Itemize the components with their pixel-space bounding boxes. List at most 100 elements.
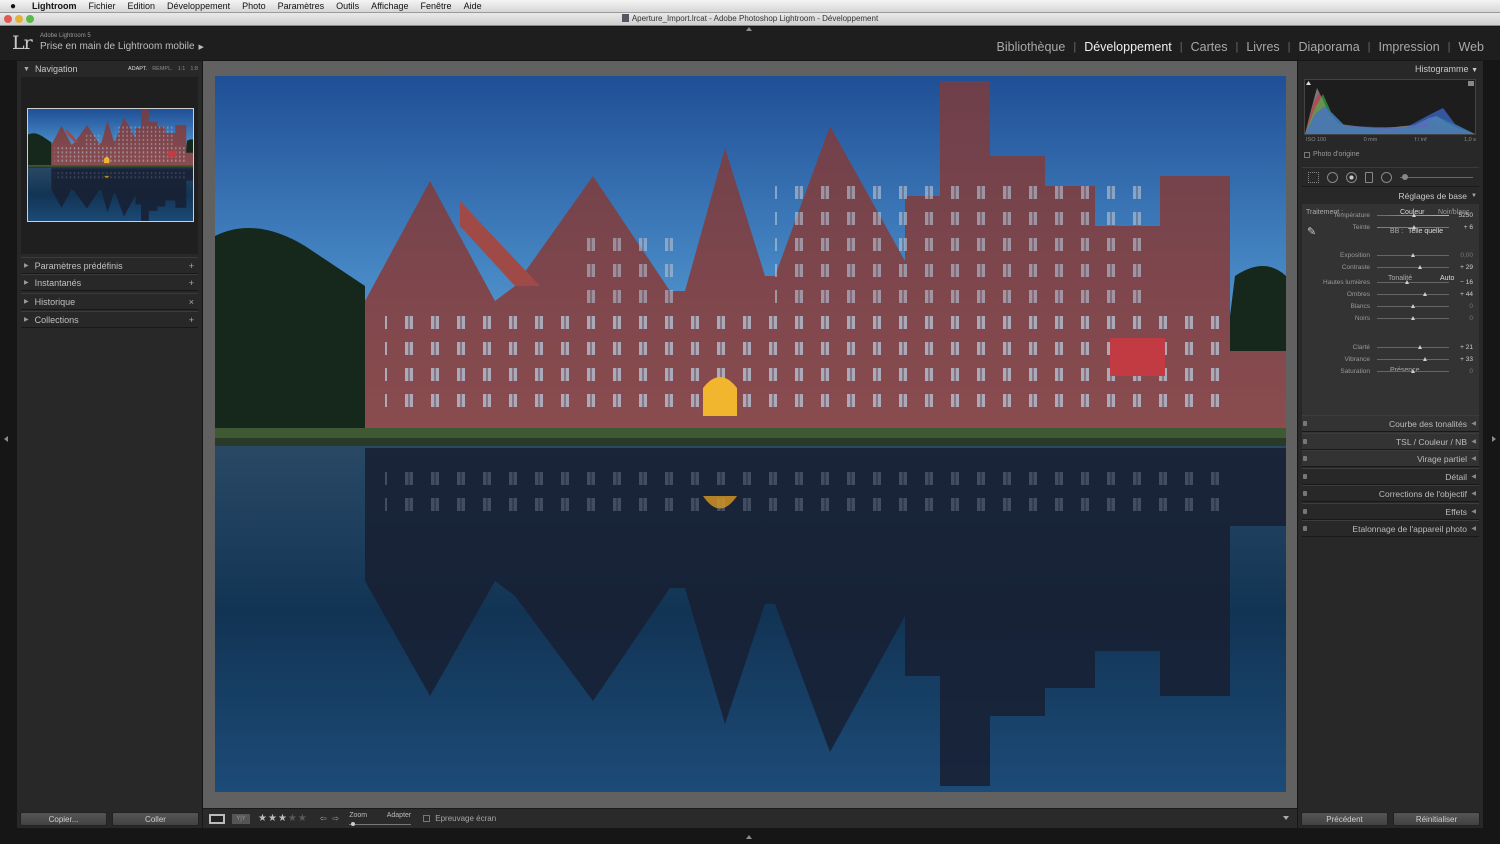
adjustment-brush-slider[interactable] (1400, 173, 1473, 180)
main-photo[interactable] (215, 76, 1286, 792)
slider-value-temp[interactable]: 5250 (1449, 212, 1473, 219)
panel-switch-icon[interactable] (1303, 439, 1307, 444)
snapshots-section[interactable]: ▶ Instantanés + (21, 274, 198, 291)
lens-corrections-section[interactable]: Corrections de l'objectif ◀ (1302, 485, 1479, 502)
slider-knob-saturation[interactable] (1410, 369, 1415, 373)
menu-outils[interactable]: Outils (330, 1, 365, 11)
clear-history-icon[interactable]: × (189, 297, 194, 307)
slider-track-shadows[interactable] (1377, 292, 1449, 296)
menu-affichage[interactable]: Affichage (365, 1, 414, 11)
apple-icon[interactable]: ● (0, 1, 26, 12)
navigator-header[interactable]: ▼ Navigation ADAPT. REMPL. 1:1 1:8 (17, 61, 202, 77)
zoom-fit-option[interactable]: ADAPT. (128, 66, 147, 72)
zoom-1to1-option[interactable]: 1:1 (178, 66, 186, 72)
panel-switch-icon[interactable] (1303, 456, 1307, 461)
slider-value-shadows[interactable]: + 44 (1449, 291, 1473, 298)
zoom-ratio-option[interactable]: 1:8 (190, 66, 198, 72)
slider-value-blacks[interactable]: 0 (1449, 315, 1473, 322)
module-developpement[interactable]: Développement (1076, 40, 1180, 54)
panel-switch-icon[interactable] (1303, 491, 1307, 496)
red-eye-icon[interactable] (1346, 171, 1357, 183)
menu-parametres[interactable]: Paramètres (272, 1, 331, 11)
slider-knob-exposure[interactable] (1410, 253, 1415, 257)
zoom-slider[interactable] (349, 822, 412, 826)
menu-fenetre[interactable]: Fenêtre (415, 1, 458, 11)
menu-photo[interactable]: Photo (236, 1, 272, 11)
hsl-section[interactable]: TSL / Couleur / NB ◀ (1302, 433, 1479, 450)
slider-knob-shadows[interactable] (1423, 292, 1428, 296)
paste-button[interactable]: Coller (112, 812, 199, 826)
original-photo-checkbox[interactable] (1304, 151, 1310, 158)
split-toning-section[interactable]: Virage partiel ◀ (1302, 450, 1479, 467)
detail-section[interactable]: Détail ◀ (1302, 468, 1479, 485)
camera-calibration-section[interactable]: Etalonnage de l'appareil photo ◀ (1302, 520, 1479, 537)
basic-header[interactable]: Réglages de base ▼ (1302, 189, 1479, 203)
identity-mobile-link[interactable]: Prise en main de Lightroom mobile ▶ (40, 41, 204, 52)
slider-track-temp[interactable] (1377, 213, 1449, 217)
panel-switch-icon[interactable] (1303, 421, 1307, 426)
slider-value-vibrance[interactable]: + 33 (1449, 356, 1473, 363)
softproof-checkbox[interactable] (423, 815, 431, 822)
slider-value-highlights[interactable]: − 16 (1449, 279, 1473, 286)
slider-knob-highlights[interactable] (1404, 280, 1409, 284)
slider-knob-whites[interactable] (1410, 304, 1415, 308)
menu-edition[interactable]: Edition (122, 1, 162, 11)
rating-stars[interactable]: ★★★★★ (258, 813, 308, 824)
slider-value-saturation[interactable]: 0 (1449, 368, 1473, 375)
slider-track-clarity[interactable] (1377, 345, 1449, 349)
right-panel-toggle-icon[interactable] (1492, 436, 1496, 442)
effects-section[interactable]: Effets ◀ (1302, 503, 1479, 520)
history-section[interactable]: ▶ Historique × (21, 293, 198, 310)
close-window-button[interactable] (4, 15, 12, 23)
module-impression[interactable]: Impression (1371, 40, 1448, 54)
radial-filter-icon[interactable] (1381, 171, 1392, 183)
left-panel-toggle-icon[interactable] (4, 436, 8, 442)
slider-value-contrast[interactable]: + 29 (1449, 264, 1473, 271)
minimize-window-button[interactable] (15, 15, 23, 23)
module-cartes[interactable]: Cartes (1183, 40, 1236, 54)
spot-removal-icon[interactable] (1327, 171, 1338, 183)
slider-knob-tint[interactable] (1411, 225, 1416, 229)
previous-button[interactable]: Précédent (1301, 812, 1388, 826)
module-bibliotheque[interactable]: Bibliothèque (989, 40, 1074, 54)
zoom-fill-option[interactable]: REMPL. (152, 66, 172, 72)
top-panel-toggle-icon[interactable] (746, 27, 752, 31)
panel-switch-icon[interactable] (1303, 526, 1307, 531)
reset-button[interactable]: Réinitialiser (1393, 812, 1480, 826)
histogram[interactable] (1304, 79, 1476, 135)
menu-aide[interactable]: Aide (458, 1, 488, 11)
slider-knob-vibrance[interactable] (1422, 357, 1427, 361)
crop-tool-icon[interactable] (1308, 171, 1319, 183)
slider-value-tint[interactable]: + 6 (1449, 224, 1473, 231)
filmstrip-toggle-icon[interactable] (746, 835, 752, 839)
module-web[interactable]: Web (1451, 40, 1492, 54)
slider-track-blacks[interactable] (1377, 316, 1449, 320)
slider-track-exposure[interactable] (1377, 253, 1449, 257)
add-collection-icon[interactable]: + (189, 315, 194, 325)
slider-value-clarity[interactable]: + 21 (1449, 344, 1473, 351)
add-snapshot-icon[interactable]: + (189, 278, 194, 288)
before-after-view-icon[interactable]: Y|Y (232, 813, 250, 824)
slider-track-highlights[interactable] (1377, 280, 1449, 284)
histogram-header[interactable]: Histogramme ▼ (1298, 61, 1483, 77)
zoom-window-button[interactable] (26, 15, 34, 23)
add-preset-icon[interactable]: + (189, 261, 194, 271)
presets-section[interactable]: ▶ Paramètres prédéfinis + (21, 257, 198, 274)
toolbar-menu-icon[interactable] (1283, 816, 1289, 820)
panel-switch-icon[interactable] (1303, 474, 1307, 479)
navigator-thumbnail[interactable] (27, 108, 194, 222)
module-diaporama[interactable]: Diaporama (1291, 40, 1368, 54)
collections-section[interactable]: ▶ Collections + (21, 311, 198, 328)
menu-developpement[interactable]: Développement (161, 1, 236, 11)
panel-switch-icon[interactable] (1303, 509, 1307, 514)
graduated-filter-icon[interactable] (1365, 171, 1373, 183)
original-photo-row[interactable]: Photo d'origine (1304, 151, 1359, 158)
slider-value-whites[interactable]: 0 (1449, 303, 1473, 310)
next-arrow-icon[interactable]: ⇨ (333, 814, 340, 823)
copy-button[interactable]: Copier... (20, 812, 107, 826)
zoom-slider-knob[interactable] (351, 822, 356, 826)
menu-fichier[interactable]: Fichier (83, 1, 122, 11)
loupe-view-icon[interactable] (209, 813, 225, 824)
slider-value-exposure[interactable]: 0,00 (1449, 252, 1473, 259)
slider-track-whites[interactable] (1377, 304, 1449, 308)
